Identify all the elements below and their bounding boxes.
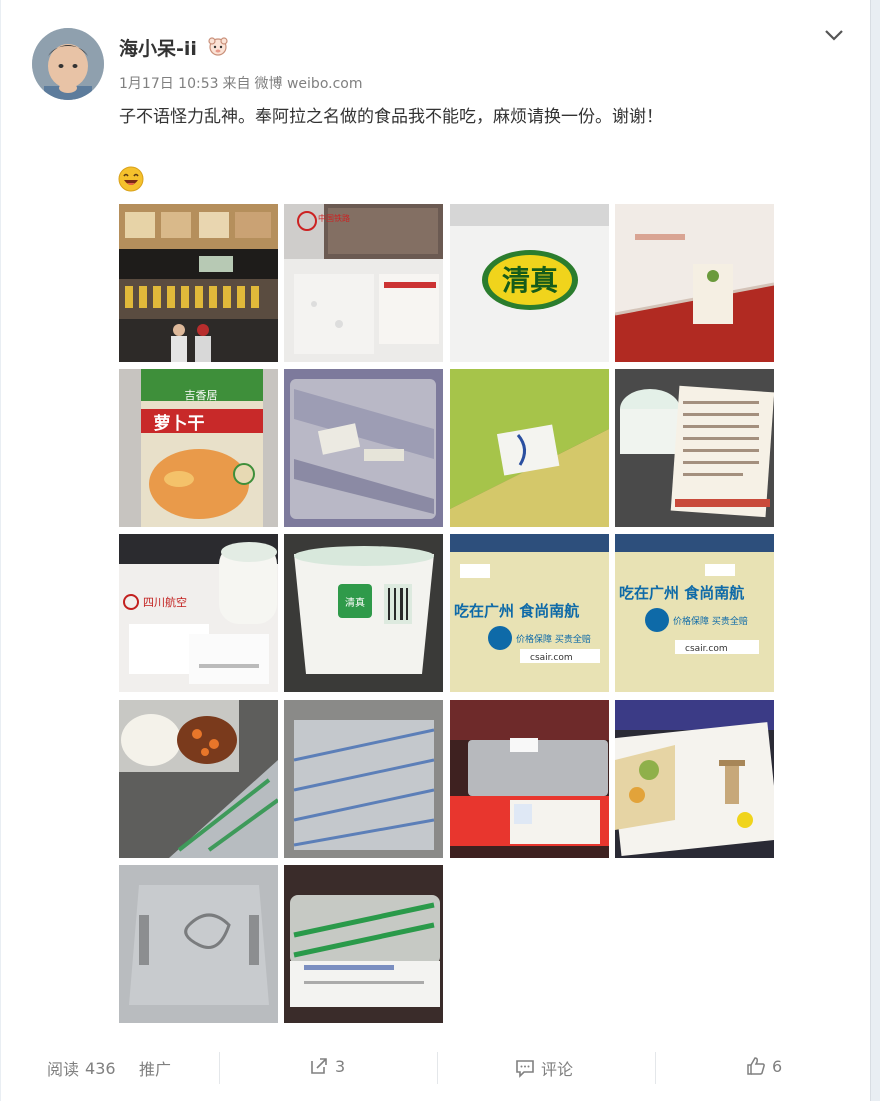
photo-grid: 中国铁路 清真 吉香居 萝卜干 四川航空 清真 吃在广州 食尚南航 价格保障 买… [119,204,774,1024]
read-number: 436 [85,1058,116,1078]
photo-red-foil-box[interactable] [450,700,609,858]
post-source[interactable]: 微博 weibo.com [255,76,363,92]
chevron-down-icon[interactable] [823,26,845,44]
post-footer: 阅读 436 推广 3 评论 6 [1,1040,870,1101]
photo-red-box[interactable] [615,204,774,362]
read-label: 阅读 [47,1060,80,1079]
photo-foil-tray[interactable] [284,369,443,527]
photo-text: 价格保障 买贵全赔 [673,615,748,627]
photo-embossed-foil[interactable] [119,865,278,1023]
photo-halal-cup[interactable]: 清真 [284,534,443,692]
post-meta: 1月17日 10:53 来自 微博 weibo.com [119,73,367,93]
photo-text: 价格保障 买贵全赔 [516,633,591,645]
comment-icon [516,1060,534,1078]
avatar[interactable] [32,28,104,100]
photo-rail-meal-box[interactable]: 中国铁路 [284,204,443,362]
share-button[interactable]: 3 [309,1056,345,1076]
weibo-post-card: 海小呆-ii 1月17日 10:53 来自 微博 weibo.com 子不语怪力乱神… [1,0,871,1101]
photo-text: 吃在广州 食尚南航 [619,584,744,602]
photo-csair-box-1[interactable]: 吃在广州 食尚南航 价格保障 买贵全赔 csair.com [450,534,609,692]
share-icon [311,1058,327,1074]
thumbs-up-icon [747,1057,765,1075]
username[interactable]: 海小呆-ii [119,34,197,61]
footer-divider [219,1052,220,1084]
photo-green-foil-box[interactable] [284,865,443,1023]
member-badge-icon [208,37,228,56]
footer-divider [655,1052,656,1084]
like-count: 6 [772,1056,783,1076]
photo-halal-label[interactable]: 清真 [450,204,609,362]
photo-text: 清真 [345,596,365,609]
photo-text: 吃在广州 食尚南航 [454,602,579,620]
photo-pagoda-box[interactable] [615,700,774,858]
photo-text: 中国铁路 [318,213,350,223]
photo-text: csair.com [530,653,573,663]
photo-csair-box-2[interactable]: 吃在广州 食尚南航 价格保障 买贵全赔 csair.com [615,534,774,692]
photo-text: 清真 [502,264,558,297]
share-count: 3 [335,1056,346,1076]
comment-button[interactable]: 评论 [515,1056,573,1080]
photo-green-box[interactable] [450,369,609,527]
read-count: 阅读 436 [47,1056,116,1080]
promote-label: 推广 [139,1060,172,1079]
photo-rice-meal[interactable] [119,700,278,858]
photo-foil-cover[interactable] [284,700,443,858]
source-prefix: 来自 [222,76,251,92]
like-button[interactable]: 6 [746,1056,782,1076]
photo-text: 萝卜干 [154,413,205,434]
photo-handwritten-letter[interactable] [615,369,774,527]
post-date[interactable]: 1月17日 10:53 [119,76,219,92]
photo-station-counter[interactable] [119,204,278,362]
promote-button[interactable]: 推广 [139,1056,171,1080]
photo-text: 吉香居 [185,389,218,402]
post-content: 子不语怪力乱神。奉阿拉之名做的食品我不能吃，麻烦请换一份。谢谢！ [119,107,663,127]
footer-divider [437,1052,438,1084]
comment-label: 评论 [541,1060,574,1079]
photo-text: 四川航空 [143,595,187,609]
photo-sichuan-airlines[interactable]: 四川航空 [119,534,278,692]
photo-snack-package[interactable]: 吉香居 萝卜干 [119,369,278,527]
photo-text: csair.com [685,644,728,654]
laughing-emoji-icon [118,166,144,192]
